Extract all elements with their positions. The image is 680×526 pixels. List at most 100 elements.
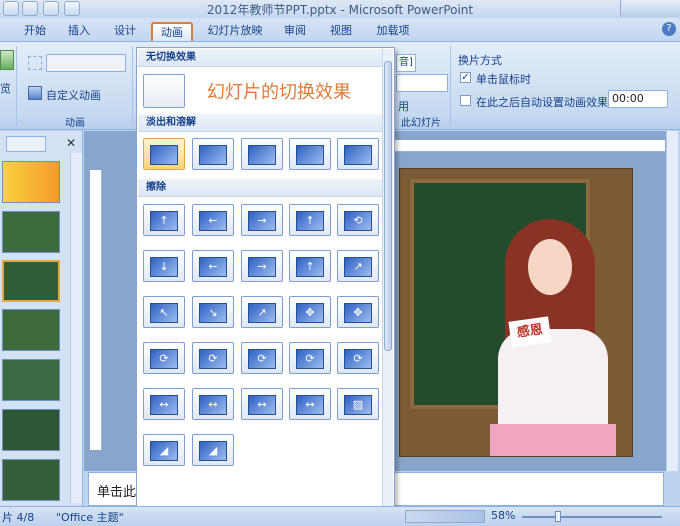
wipe-transition-option[interactable]: ▨ xyxy=(337,388,379,420)
wipe-transition-option[interactable]: ↔ xyxy=(192,388,234,420)
sound-combo[interactable]: 音] xyxy=(396,54,416,72)
slide-scrollbar[interactable] xyxy=(666,131,678,471)
arrow-icon: ↖ xyxy=(159,306,169,319)
fade-transition-option[interactable] xyxy=(337,138,379,170)
gallery-scrollbar[interactable] xyxy=(382,49,393,521)
tab-review[interactable]: 审阅 xyxy=(278,22,312,41)
fade-transition-option[interactable] xyxy=(241,138,283,170)
wipe-transition-option[interactable]: ↗ xyxy=(337,250,379,282)
wipe-transition-option[interactable]: ⟳ xyxy=(143,342,185,374)
auto-time-input[interactable]: 00:00 xyxy=(608,90,668,108)
arrow-icon: ↔ xyxy=(257,398,267,411)
animation-group-label: 动画 xyxy=(65,118,85,129)
custom-animation-button[interactable]: 自定义动画 xyxy=(46,87,101,103)
wipe-transition-option[interactable]: ← xyxy=(192,204,234,236)
tab-home[interactable]: 开始 xyxy=(18,22,52,41)
status-bar: 片 4/8 "Office 主题" 58% xyxy=(0,506,680,526)
on-click-label: 单击鼠标时 xyxy=(476,73,531,86)
tab-animation[interactable]: 动画 xyxy=(151,22,193,41)
slide-card-text: 感恩 xyxy=(508,316,552,348)
wipe-transition-option[interactable]: → xyxy=(241,250,283,282)
arrow-icon: ↓ xyxy=(159,260,169,273)
tab-view[interactable]: 视图 xyxy=(324,22,358,41)
transition-preview-icon xyxy=(296,145,324,165)
speed-combo[interactable] xyxy=(396,74,448,92)
title-bar: 2012年教师节PPT.pptx - Microsoft PowerPoint xyxy=(0,0,680,18)
custom-animation-icon xyxy=(28,86,42,100)
wipe-transition-option[interactable]: ◢ xyxy=(143,434,185,466)
transition-group-label: 此幻灯片 xyxy=(401,118,441,129)
slide-thumbnail[interactable] xyxy=(2,309,60,351)
tab-insert[interactable]: 插入 xyxy=(62,22,96,41)
auto-advance-label: 在此之后自动设置动画效果: xyxy=(476,96,612,109)
tab-slideshow[interactable]: 幻灯片放映 xyxy=(202,22,268,41)
wipe-transition-option[interactable]: ✥ xyxy=(337,296,379,328)
wipe-transition-option[interactable]: ⟳ xyxy=(241,342,283,374)
transition-preview-icon xyxy=(248,145,276,165)
transition-gallery[interactable]: 无切换效果 幻灯片的切换效果 淡出和溶解 擦除 ↑ ← → ↑ ⟲ ↓ ← → ↑ ↗ ↖ ↘ ↗ ✥ ✥ ⟳… xyxy=(136,47,395,523)
fade-transition-option[interactable] xyxy=(143,138,185,170)
wipe-transition-option[interactable]: ↑ xyxy=(289,250,331,282)
wipe-transition-option[interactable]: ↓ xyxy=(143,250,185,282)
horizontal-ruler xyxy=(395,140,665,152)
close-icon[interactable]: ✕ xyxy=(66,136,76,150)
arrow-icon: ↗ xyxy=(353,260,363,273)
slide-thumbnail[interactable] xyxy=(2,409,60,451)
gallery-scroll-thumb[interactable] xyxy=(384,61,392,351)
arrow-icon: ← xyxy=(208,214,218,227)
tab-addins[interactable]: 加载项 xyxy=(370,22,416,41)
arrow-icon: ↑ xyxy=(159,214,169,227)
wipe-transition-option[interactable]: ↖ xyxy=(143,296,185,328)
wipe-transition-option[interactable]: → xyxy=(241,204,283,236)
arrow-icon: ↑ xyxy=(305,260,315,273)
no-transition-option[interactable] xyxy=(143,74,185,108)
current-slide[interactable]: 感恩 xyxy=(399,168,633,457)
wipe-transition-option[interactable]: ← xyxy=(192,250,234,282)
wipe-transition-option[interactable]: ↔ xyxy=(241,388,283,420)
preview-label[interactable]: 览 xyxy=(0,80,11,96)
zoom-slider-thumb[interactable] xyxy=(555,511,561,522)
arrow-icon: ⟲ xyxy=(353,214,363,227)
arrow-icon: ✥ xyxy=(305,306,315,319)
slide-thumbnail[interactable] xyxy=(2,161,60,203)
zoom-slider[interactable] xyxy=(522,516,662,518)
wipe-transition-option[interactable]: ↘ xyxy=(192,296,234,328)
fade-transition-option[interactable] xyxy=(192,138,234,170)
arrow-icon: ← xyxy=(208,260,218,273)
wipe-transition-option[interactable]: ✥ xyxy=(289,296,331,328)
help-icon[interactable]: ? xyxy=(662,22,676,36)
wipe-transition-option[interactable]: ↗ xyxy=(241,296,283,328)
wipe-transition-option[interactable]: ◢ xyxy=(192,434,234,466)
slide-thumbnail[interactable] xyxy=(2,211,60,253)
tab-design[interactable]: 设计 xyxy=(108,22,142,41)
wipe-transition-option[interactable]: ⟳ xyxy=(337,342,379,374)
animate-combo[interactable] xyxy=(46,54,126,72)
fade-transition-option[interactable] xyxy=(289,138,331,170)
slide-thumbnail[interactable] xyxy=(2,359,60,401)
wipe-transition-option[interactable]: ↑ xyxy=(143,204,185,236)
wipe-transition-option[interactable]: ⟳ xyxy=(289,342,331,374)
outline-tab[interactable] xyxy=(6,136,46,152)
slide-thumbnail-panel: ✕ xyxy=(0,131,83,506)
slide-thumbnail[interactable] xyxy=(2,459,60,501)
window-controls[interactable] xyxy=(620,0,680,17)
zoom-level[interactable]: 58% xyxy=(491,509,515,522)
auto-advance-checkbox[interactable] xyxy=(460,95,471,106)
preview-icon[interactable] xyxy=(0,50,14,70)
arrow-icon: → xyxy=(257,214,267,227)
wipe-transition-option[interactable]: ↔ xyxy=(143,388,185,420)
transition-preview-icon xyxy=(199,145,227,165)
wipe-transition-option[interactable]: ⟳ xyxy=(192,342,234,374)
wipe-transition-option[interactable]: ↑ xyxy=(289,204,331,236)
on-click-checkbox[interactable]: ✓ xyxy=(460,72,471,83)
wipe-transition-option[interactable]: ↔ xyxy=(289,388,331,420)
transition-preview-icon xyxy=(344,145,372,165)
section-no-transition: 无切换效果 xyxy=(138,49,383,67)
arrow-icon: ↗ xyxy=(257,306,267,319)
view-buttons[interactable] xyxy=(405,510,485,523)
thumbnail-scrollbar[interactable] xyxy=(70,153,82,503)
section-wipe: 擦除 xyxy=(138,179,383,197)
apply-all-button[interactable]: 用 xyxy=(398,98,409,114)
wipe-transition-option[interactable]: ⟲ xyxy=(337,204,379,236)
slide-thumbnail-selected[interactable] xyxy=(2,260,60,302)
